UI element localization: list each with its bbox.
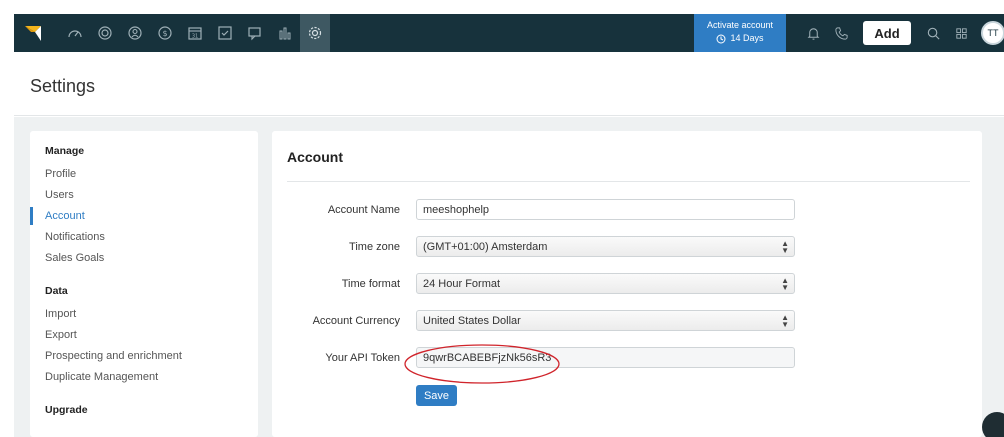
bar-chart-icon	[279, 27, 291, 40]
sidebar-section-data: Data	[45, 285, 68, 297]
search-button[interactable]	[919, 14, 947, 52]
nav-tasks[interactable]	[210, 14, 240, 52]
account-name-input[interactable]: meeshophelp	[416, 199, 795, 220]
section-divider	[287, 181, 970, 182]
checkbox-icon	[218, 26, 232, 40]
timezone-label: Time zone	[349, 241, 400, 253]
sidebar-item-import[interactable]: Import	[45, 308, 76, 320]
svg-text:$: $	[162, 29, 167, 38]
chat-icon	[248, 27, 261, 41]
nav-reports[interactable]	[270, 14, 300, 52]
timezone-select[interactable]: (GMT+01:00) Amsterdam ▲ ▼	[416, 236, 795, 257]
sidebar-section-upgrade: Upgrade	[45, 404, 88, 416]
add-button[interactable]: Add	[863, 21, 911, 45]
sidebar-item-prospecting[interactable]: Prospecting and enrichment	[45, 350, 182, 362]
nav-calendar[interactable]: 31	[180, 14, 210, 52]
sidebar-item-notifications[interactable]: Notifications	[45, 231, 105, 243]
top-navbar: $ 31 Activate account 14 Days Add TT	[14, 14, 1004, 52]
trial-days-label: 14 Days	[730, 33, 764, 43]
account-settings-panel: Account Account Name meeshophelp Time zo…	[272, 131, 982, 437]
sidebar-item-duplicate-management[interactable]: Duplicate Management	[45, 371, 158, 383]
active-item-marker	[30, 207, 33, 225]
select-arrows-icon: ▲ ▼	[781, 276, 789, 292]
user-avatar[interactable]: TT	[981, 21, 1004, 45]
target-icon	[98, 26, 112, 40]
sidebar-item-export[interactable]: Export	[45, 329, 77, 341]
nav-communications[interactable]	[240, 14, 270, 52]
currency-label: Account Currency	[312, 315, 400, 327]
svg-text:31: 31	[192, 34, 198, 40]
chat-widget-button[interactable]	[982, 412, 1004, 437]
time-format-label: Time format	[341, 278, 400, 290]
phone-icon	[834, 26, 848, 40]
speedometer-icon	[68, 30, 82, 38]
calendar-icon: 31	[188, 27, 202, 40]
contacts-icon	[128, 26, 142, 40]
timezone-value: (GMT+01:00) Amsterdam	[423, 241, 548, 253]
search-icon	[927, 27, 940, 40]
activate-account-button[interactable]: Activate account 14 Days	[694, 14, 786, 52]
app-logo[interactable]	[14, 14, 52, 52]
sidebar-item-profile[interactable]: Profile	[45, 168, 76, 180]
account-name-label: Account Name	[327, 204, 400, 216]
select-arrows-icon: ▲ ▼	[781, 239, 789, 255]
sidebar-section-manage: Manage	[45, 145, 85, 157]
settings-sidebar: Manage Profile Users Account Notificatio…	[30, 131, 258, 437]
select-arrows-icon: ▲ ▼	[781, 313, 789, 329]
currency-value: United States Dollar	[423, 315, 521, 327]
time-format-select[interactable]: 24 Hour Format ▲ ▼	[416, 273, 795, 294]
grid-icon	[955, 27, 967, 39]
nav-deals[interactable]: $	[150, 14, 180, 52]
logo-icon	[25, 26, 41, 41]
highlight-ellipse	[404, 344, 560, 384]
nav-leads[interactable]	[90, 14, 120, 52]
currency-select[interactable]: United States Dollar ▲ ▼	[416, 310, 795, 331]
apps-button[interactable]	[947, 14, 975, 52]
nav-dashboard[interactable]	[60, 14, 90, 52]
gear-icon	[308, 26, 322, 40]
sidebar-item-sales-goals[interactable]: Sales Goals	[45, 252, 104, 264]
activate-label: Activate account	[706, 20, 774, 30]
page-title: Settings	[30, 76, 96, 96]
bell-icon	[807, 27, 819, 40]
notifications-button[interactable]	[799, 14, 827, 52]
sidebar-item-account[interactable]: Account	[45, 210, 85, 222]
page-header: Settings	[14, 52, 1004, 116]
nav-settings[interactable]	[300, 14, 330, 52]
phone-button[interactable]	[827, 14, 855, 52]
api-token-label: Your API Token	[325, 352, 400, 364]
clock-icon	[716, 34, 726, 43]
section-title: Account	[287, 149, 343, 165]
sidebar-item-users[interactable]: Users	[45, 189, 74, 201]
dollar-icon: $	[158, 26, 172, 40]
nav-contacts[interactable]	[120, 14, 150, 52]
time-format-value: 24 Hour Format	[423, 278, 501, 290]
save-button[interactable]: Save	[416, 385, 457, 406]
